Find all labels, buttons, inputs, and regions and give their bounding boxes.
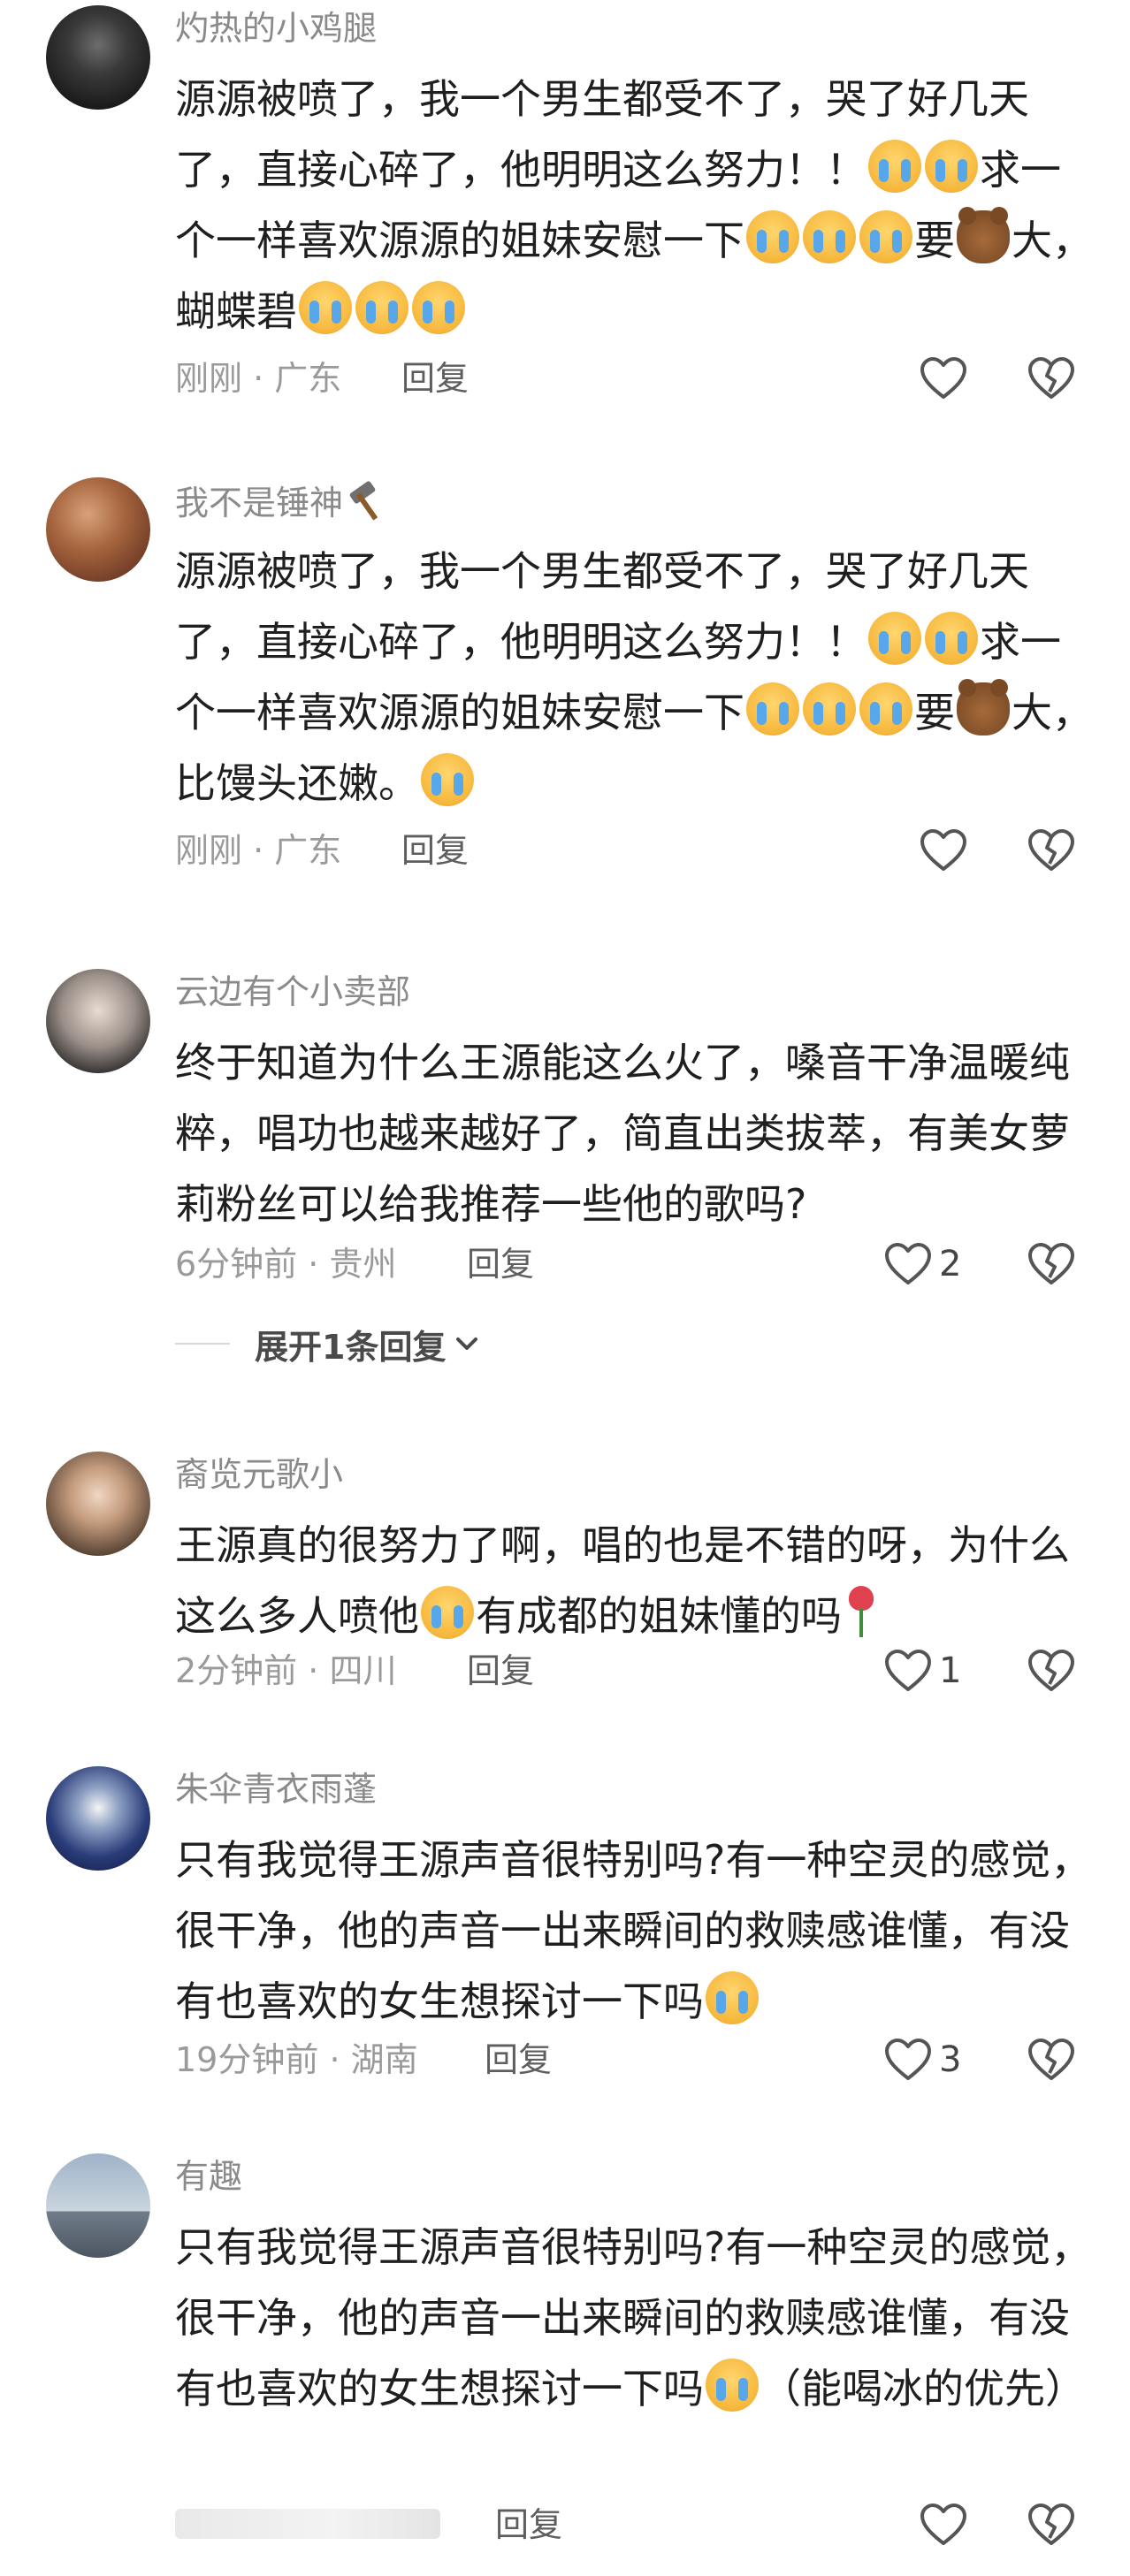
avatar[interactable] xyxy=(46,477,150,582)
loudly-crying-emoji-icon xyxy=(412,281,465,334)
divider xyxy=(175,1343,230,1345)
broken-heart-icon[interactable] xyxy=(1027,2038,1075,2082)
loudly-crying-emoji-icon xyxy=(746,210,799,263)
comment-text: 终于知道为什么王源能这么火了，嗓音干净温暖纯粹，唱功也越来越好了，简直出类拔萃，… xyxy=(175,1039,1070,1228)
heart-icon xyxy=(885,1243,931,1284)
like-button[interactable]: 1 xyxy=(884,1649,961,1693)
avatar[interactable] xyxy=(46,2153,150,2258)
heart-icon xyxy=(920,2504,966,2545)
pleading-face-emoji-icon xyxy=(803,210,856,263)
comment-meta: 刚刚 · 广东 xyxy=(175,359,342,398)
like-button[interactable]: 2 xyxy=(884,1242,961,1286)
reply-button[interactable]: 回复 xyxy=(401,359,469,398)
avatar[interactable] xyxy=(46,969,150,1073)
reply-button[interactable]: 回复 xyxy=(495,2505,562,2544)
like-button[interactable] xyxy=(920,828,967,873)
heart-icon xyxy=(920,829,966,871)
comment-text: 只有我觉得王源声音很特别吗?有一种空灵的感觉，很干净，他的声音一出来瞬间的救赎感… xyxy=(175,2223,1092,2412)
reply-button[interactable]: 回复 xyxy=(401,831,469,870)
like-button[interactable] xyxy=(920,356,967,400)
heart-icon xyxy=(920,357,966,399)
loudly-crying-emoji-icon xyxy=(299,281,352,334)
heart-icon xyxy=(885,1650,931,1691)
loudly-crying-emoji-icon xyxy=(706,2359,759,2412)
avatar[interactable] xyxy=(46,1452,150,1556)
comment-text: 只有我觉得王源声音很特别吗?有一种空灵的感觉，很干净，他的声音一出来瞬间的救赎感… xyxy=(175,1836,1092,2025)
loudly-crying-emoji-icon xyxy=(868,612,921,665)
like-button[interactable] xyxy=(920,2503,967,2547)
pleading-face-emoji-icon xyxy=(803,682,856,735)
comment-username[interactable]: 我不是锤神 xyxy=(175,481,387,522)
comment-text: 王源真的很努力了啊，唱的也是不错的呀，为什么这么多人喷他 有成都的姐妹懂的吗 xyxy=(175,1521,1070,1640)
comment-username[interactable]: 裔览元歌小 xyxy=(175,1455,343,1494)
like-count: 2 xyxy=(939,1244,962,1284)
rose-emoji-icon xyxy=(844,1586,879,1639)
comment-username[interactable]: 朱伞青衣雨蓬 xyxy=(175,1770,377,1809)
comment-username[interactable]: 灼热的小鸡腿 xyxy=(175,9,377,48)
loudly-crying-emoji-icon xyxy=(421,753,474,806)
expand-replies-button[interactable]: 展开1条回复 xyxy=(175,1324,479,1367)
reply-button[interactable]: 回复 xyxy=(467,1651,534,1690)
comment-text: 源源被喷了，我一个男生都受不了，哭了好几天了，直接心碎了，他明明这么努力！！ 求一… xyxy=(175,547,1093,807)
loudly-crying-emoji-icon xyxy=(746,682,799,735)
avatar[interactable] xyxy=(46,1766,150,1871)
pleading-face-emoji-icon xyxy=(859,682,912,735)
bear-emoji-icon xyxy=(957,207,1010,263)
comment-text: 源源被喷了，我一个男生都受不了，哭了好几天了，直接心碎了，他明明这么努力！！ 求一… xyxy=(175,75,1093,335)
reply-button[interactable]: 回复 xyxy=(485,2040,552,2079)
comment-meta: 6分钟前 · 贵州 xyxy=(175,1245,397,1284)
loudly-crying-emoji-icon xyxy=(868,140,921,193)
comment-username[interactable]: 有趣 xyxy=(175,2157,242,2196)
broken-heart-icon[interactable] xyxy=(1027,2503,1075,2547)
comment-meta: 19分钟前 · 湖南 xyxy=(175,2040,418,2079)
avatar[interactable] xyxy=(46,5,150,110)
broken-heart-icon[interactable] xyxy=(1027,1649,1075,1693)
comment-username[interactable]: 云边有个小卖部 xyxy=(175,972,410,1011)
loudly-crying-emoji-icon xyxy=(706,1971,759,2024)
heart-icon xyxy=(885,2039,931,2080)
like-button[interactable]: 3 xyxy=(884,2038,961,2082)
hammer-icon xyxy=(347,481,387,522)
redacted-meta xyxy=(175,2509,440,2539)
like-count: 1 xyxy=(939,1650,962,1691)
loudly-crying-emoji-icon xyxy=(421,1586,474,1639)
broken-heart-icon[interactable] xyxy=(1027,1242,1075,1286)
bear-emoji-icon xyxy=(957,679,1010,735)
loudly-crying-emoji-icon xyxy=(355,281,408,334)
reply-button[interactable]: 回复 xyxy=(467,1245,534,1284)
comment-meta: 刚刚 · 广东 xyxy=(175,831,342,870)
chevron-down-icon xyxy=(456,1338,478,1350)
pleading-face-emoji-icon xyxy=(859,210,912,263)
like-count: 3 xyxy=(939,2039,962,2080)
loudly-crying-emoji-icon xyxy=(925,612,978,665)
broken-heart-icon[interactable] xyxy=(1027,828,1075,873)
loudly-crying-emoji-icon xyxy=(925,140,978,193)
comment-list: 灼热的小鸡腿 源源被喷了，我一个男生都受不了，哭了好几天了，直接心碎了，他明明这… xyxy=(0,0,1130,2576)
comment-meta: 2分钟前 · 四川 xyxy=(175,1651,397,1690)
broken-heart-icon[interactable] xyxy=(1027,356,1075,400)
